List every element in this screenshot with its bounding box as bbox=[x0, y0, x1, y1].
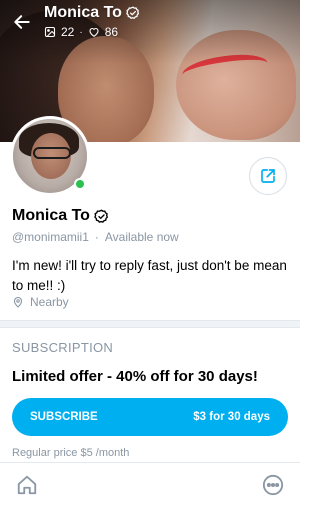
subscription-offer: Limited offer - 40% off for 30 days! bbox=[12, 368, 258, 385]
availability-status: Available now bbox=[104, 230, 179, 244]
share-icon bbox=[261, 169, 275, 183]
image-icon bbox=[44, 26, 56, 38]
stats-separator: · bbox=[79, 26, 83, 38]
home-icon bbox=[17, 475, 37, 495]
subscribe-button-price: $3 for 30 days bbox=[193, 411, 270, 423]
profile-name: Monica To bbox=[12, 207, 90, 224]
subscribe-button[interactable]: SUBSCRIBE $3 for 30 days bbox=[12, 398, 288, 436]
regular-price: Regular price $5 /month bbox=[12, 447, 130, 459]
section-divider bbox=[0, 320, 300, 328]
arrow-left-icon bbox=[14, 15, 30, 29]
profile-bio: I'm new! i'll try to reply fast, just do… bbox=[12, 258, 287, 293]
more-dots-icon bbox=[262, 474, 284, 496]
handle-row: @monimamii1 · Available now bbox=[12, 230, 179, 244]
avatar-glasses-shape bbox=[33, 147, 71, 159]
header-title: Monica To bbox=[44, 4, 140, 22]
top-bar: Monica To 22 · 86 bbox=[0, 0, 300, 46]
location-pin-icon bbox=[13, 296, 23, 308]
profile-handle[interactable]: @monimamii1 bbox=[12, 230, 89, 244]
profile-name-row: Monica To bbox=[12, 207, 109, 225]
handle-separator: · bbox=[94, 230, 99, 244]
verified-badge-icon bbox=[126, 6, 139, 19]
home-button[interactable] bbox=[14, 473, 40, 497]
share-button[interactable] bbox=[249, 157, 287, 195]
more-options-button[interactable] bbox=[261, 473, 285, 497]
verified-badge-icon bbox=[94, 209, 108, 223]
bottom-nav bbox=[0, 462, 300, 506]
media-count: 22 bbox=[61, 25, 75, 39]
subscription-heading: SUBSCRIPTION bbox=[12, 340, 114, 355]
location-row: Nearby bbox=[12, 295, 69, 309]
header-name: Monica To bbox=[44, 4, 122, 21]
header-stats: 22 · 86 bbox=[44, 25, 118, 39]
online-status-indicator bbox=[74, 178, 86, 190]
heart-icon bbox=[89, 27, 99, 37]
location-label: Nearby bbox=[30, 295, 69, 309]
likes-count: 86 bbox=[104, 25, 119, 39]
back-button[interactable] bbox=[10, 10, 34, 34]
subscribe-button-label: SUBSCRIBE bbox=[30, 411, 98, 423]
